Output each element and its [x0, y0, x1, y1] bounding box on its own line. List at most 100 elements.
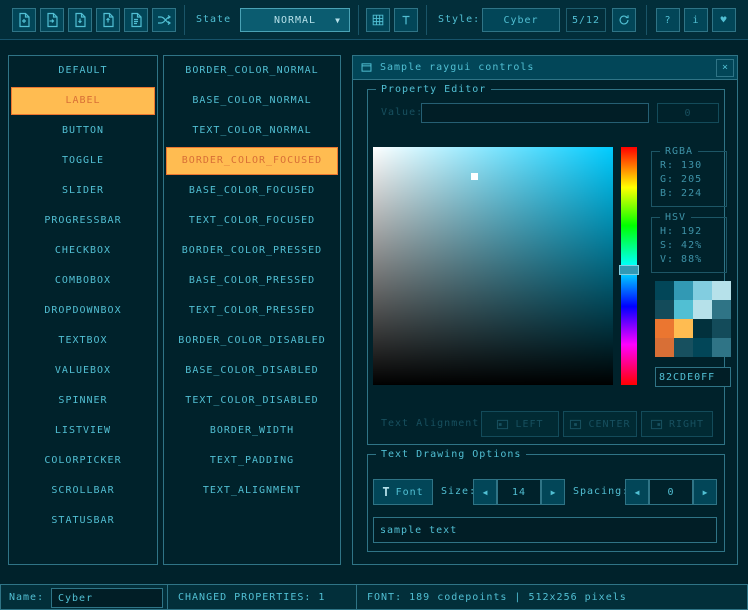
state-label: State — [196, 8, 231, 32]
style-name-input[interactable]: Cyber — [51, 588, 163, 608]
style-dropdown[interactable]: Cyber — [482, 8, 560, 32]
heart-icon: ♥ — [720, 15, 727, 26]
control-list-item[interactable]: PROGRESSBAR — [12, 206, 154, 236]
rgba-group: RGBA R: 130 G: 205 B: 224 — [651, 151, 727, 207]
property-list-item[interactable]: BORDER_COLOR_PRESSED — [167, 236, 337, 266]
align-left-toggle[interactable]: LEFT — [481, 411, 559, 437]
font-button[interactable]: T Font — [373, 479, 433, 505]
property-list-item[interactable]: BASE_COLOR_FOCUSED — [167, 176, 337, 206]
size-value-box[interactable]: 14 — [497, 479, 541, 505]
property-list-item[interactable]: BASE_COLOR_NORMAL — [167, 86, 337, 116]
value-input[interactable] — [421, 103, 649, 123]
hue-slider-handle[interactable] — [619, 265, 639, 275]
style-table-button[interactable] — [366, 8, 390, 32]
control-list-item[interactable]: BUTTON — [12, 116, 154, 146]
property-list-item-selected[interactable]: BORDER_COLOR_FOCUSED — [166, 147, 338, 175]
style-name-value: Cyber — [58, 593, 93, 604]
palette-color[interactable] — [712, 319, 731, 338]
control-list-item[interactable]: STATUSBAR — [12, 506, 154, 536]
file-new-icon — [16, 12, 32, 28]
hsv-value-value: V: 88% — [660, 253, 702, 267]
toolbar: State NORMAL ▼ Style: Cyber 5/12 — [0, 0, 748, 40]
align-right-label: RIGHT — [669, 419, 704, 430]
control-list-item[interactable]: DROPDOWNBOX — [12, 296, 154, 326]
file-code-icon — [128, 12, 144, 28]
random-style-button[interactable] — [152, 8, 176, 32]
export-code-button[interactable] — [124, 8, 148, 32]
property-list-item[interactable]: BORDER_COLOR_DISABLED — [167, 326, 337, 356]
palette-color[interactable] — [712, 300, 731, 319]
help-button[interactable]: ? — [656, 8, 680, 32]
property-list-item[interactable]: BASE_COLOR_DISABLED — [167, 356, 337, 386]
size-decrease-button[interactable]: ◀ — [473, 479, 497, 505]
control-list-item[interactable]: TOGGLE — [12, 146, 154, 176]
align-left-icon — [496, 419, 509, 430]
property-list-item[interactable]: BASE_COLOR_PRESSED — [167, 266, 337, 296]
palette-color[interactable] — [674, 338, 693, 357]
font-editor-button[interactable] — [394, 8, 418, 32]
spacing-value-box[interactable]: 0 — [649, 479, 693, 505]
state-dropdown[interactable]: NORMAL ▼ — [240, 8, 350, 32]
property-list-item[interactable]: TEXT_COLOR_DISABLED — [167, 386, 337, 416]
control-list-item[interactable]: COMBOBOX — [12, 266, 154, 296]
control-list-item[interactable]: CHECKBOX — [12, 236, 154, 266]
palette-color[interactable] — [693, 281, 712, 300]
palette-color[interactable] — [693, 319, 712, 338]
property-list-item[interactable]: TEXT_ALIGNMENT — [167, 476, 337, 506]
control-list-item-selected[interactable]: LABEL — [11, 87, 155, 115]
property-editor-group-label: Property Editor — [376, 82, 491, 97]
arrow-left-icon: ◀ — [635, 488, 640, 497]
hex-color-input[interactable]: 82CDE0FF — [655, 367, 731, 387]
state-dropdown-value: NORMAL — [274, 15, 316, 26]
statusbar-name-cell: Name: Cyber — [0, 584, 168, 610]
control-list-item[interactable]: VALUEBOX — [12, 356, 154, 386]
spacing-label: Spacing: — [573, 482, 629, 502]
new-style-button[interactable] — [12, 8, 36, 32]
palette-color[interactable] — [693, 338, 712, 357]
property-list-item[interactable]: BORDER_COLOR_NORMAL — [167, 56, 337, 86]
palette-color[interactable] — [712, 281, 731, 300]
palette-color[interactable] — [712, 338, 731, 357]
load-style-button[interactable] — [40, 8, 64, 32]
property-list-item[interactable]: TEXT_PADDING — [167, 446, 337, 476]
property-list-item[interactable]: TEXT_COLOR_NORMAL — [167, 116, 337, 146]
align-center-toggle[interactable]: CENTER — [563, 411, 637, 437]
control-list-item[interactable]: SPINNER — [12, 386, 154, 416]
palette-color[interactable] — [655, 338, 674, 357]
color-picker-area[interactable] — [373, 147, 613, 385]
size-increase-button[interactable]: ▶ — [541, 479, 565, 505]
palette-color[interactable] — [674, 319, 693, 338]
palette-color[interactable] — [693, 300, 712, 319]
text-drawing-options-label: Text Drawing Options — [376, 447, 526, 462]
rgba-group-label: RGBA — [660, 144, 698, 159]
property-list-item[interactable]: TEXT_COLOR_PRESSED — [167, 296, 337, 326]
palette-color[interactable] — [655, 319, 674, 338]
spacing-increase-button[interactable]: ▶ — [693, 479, 717, 505]
control-list-item[interactable]: SLIDER — [12, 176, 154, 206]
export-style-button[interactable] — [96, 8, 120, 32]
palette-color[interactable] — [655, 300, 674, 319]
property-list-item[interactable]: BORDER_WIDTH — [167, 416, 337, 446]
reload-style-button[interactable] — [612, 8, 636, 32]
window-close-button[interactable]: × — [716, 59, 734, 77]
sponsor-button[interactable]: ♥ — [712, 8, 736, 32]
value-spinner[interactable]: 0 — [657, 103, 719, 123]
control-list-item[interactable]: SCROLLBAR — [12, 476, 154, 506]
palette-color[interactable] — [655, 281, 674, 300]
sample-text-input[interactable]: sample text — [373, 517, 717, 543]
control-list-item[interactable]: DEFAULT — [12, 56, 154, 86]
control-list-item[interactable]: TEXTBOX — [12, 326, 154, 356]
hue-bar[interactable] — [621, 147, 637, 385]
align-right-toggle[interactable]: RIGHT — [641, 411, 713, 437]
spacing-decrease-button[interactable]: ◀ — [625, 479, 649, 505]
control-list-item[interactable]: COLORPICKER — [12, 446, 154, 476]
about-button[interactable]: i — [684, 8, 708, 32]
color-picker-marker[interactable] — [471, 173, 478, 180]
window-icon — [360, 61, 373, 74]
save-style-button[interactable] — [68, 8, 92, 32]
window-titlebar[interactable]: Sample raygui controls — [353, 56, 737, 80]
palette-color[interactable] — [674, 300, 693, 319]
palette-color[interactable] — [674, 281, 693, 300]
control-list-item[interactable]: LISTVIEW — [12, 416, 154, 446]
property-list-item[interactable]: TEXT_COLOR_FOCUSED — [167, 206, 337, 236]
